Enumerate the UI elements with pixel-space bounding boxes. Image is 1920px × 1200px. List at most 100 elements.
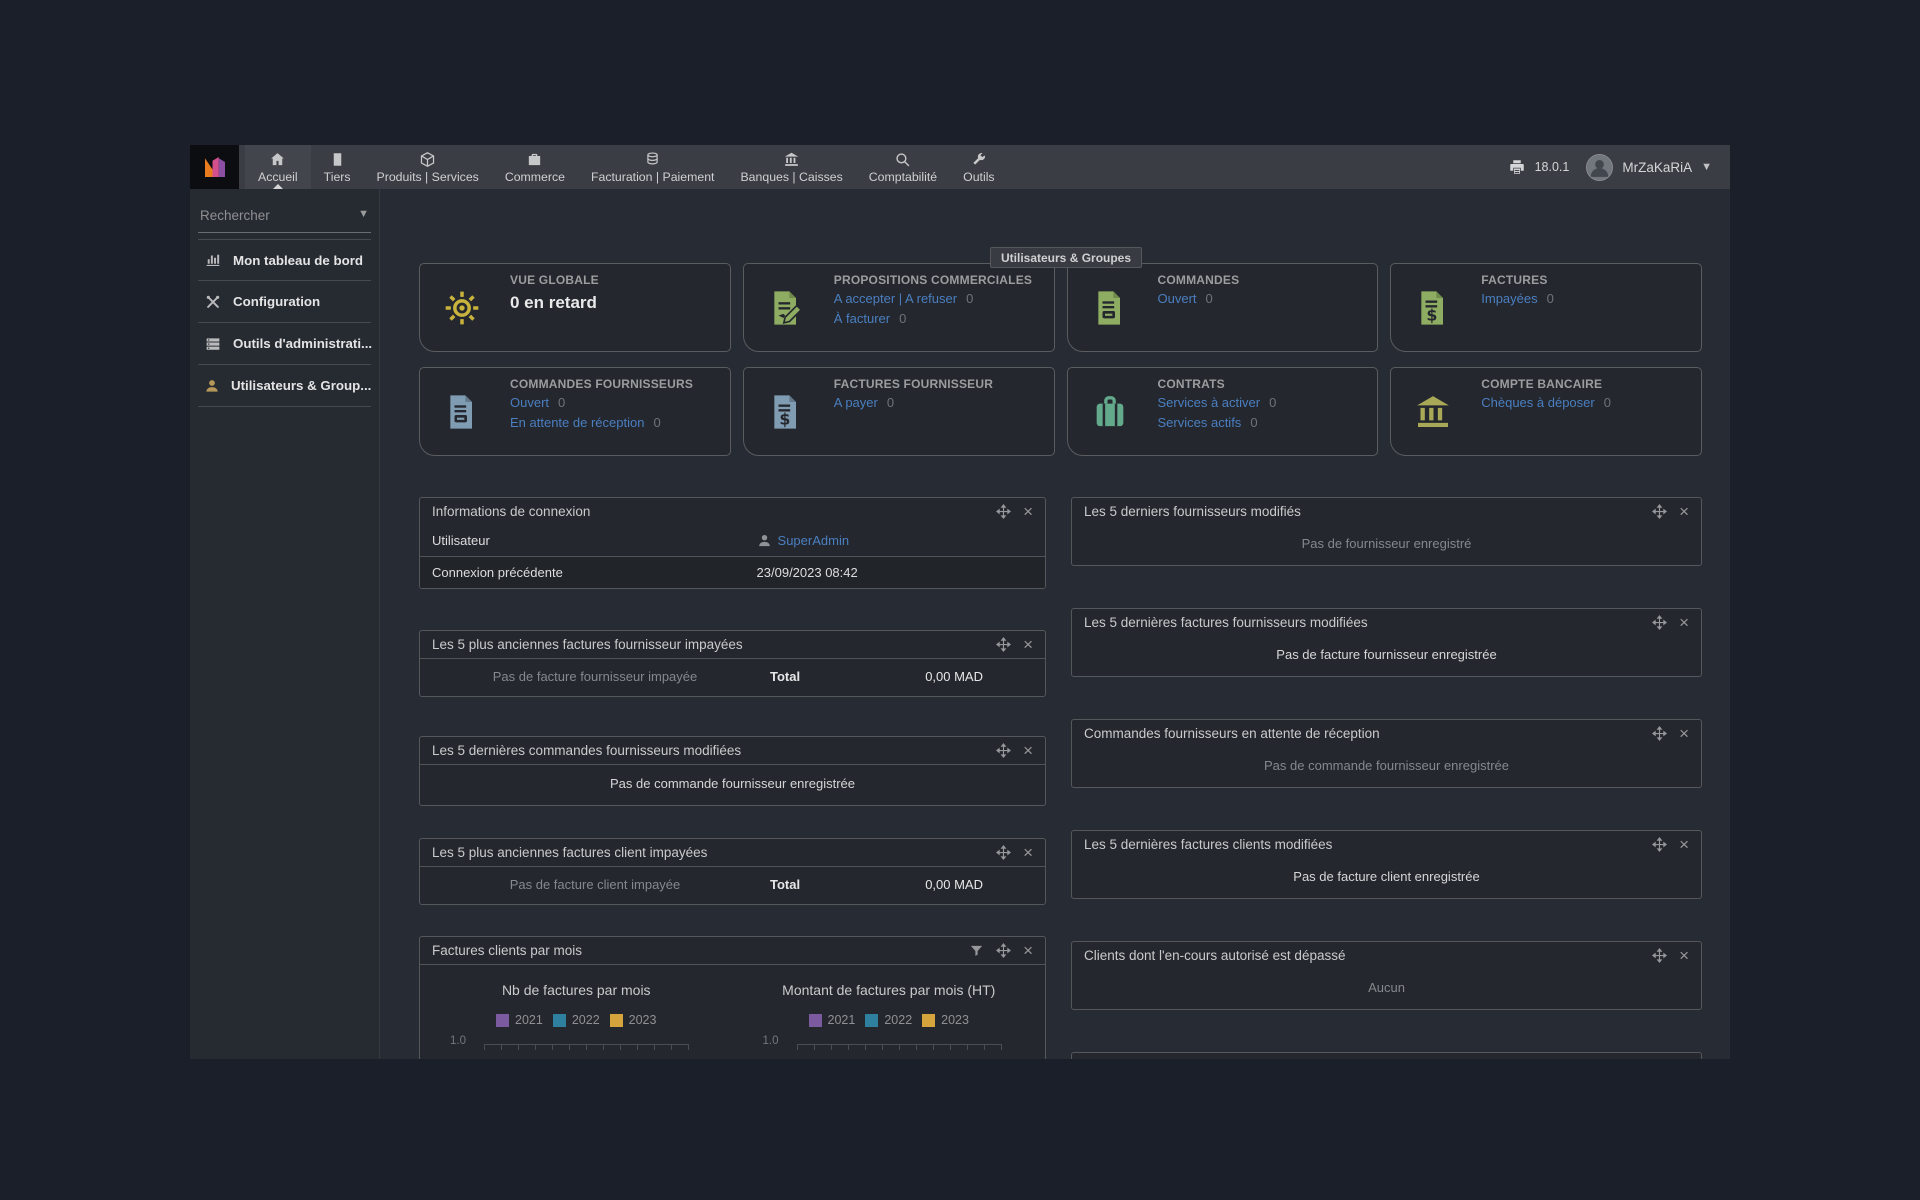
svg-text:$: $ bbox=[779, 410, 790, 429]
search-caret-icon[interactable]: ▼ bbox=[358, 208, 369, 220]
card-factures: $ FACTURES Impayées0 bbox=[1390, 263, 1702, 352]
card-title: VUE GLOBALE bbox=[510, 273, 722, 287]
nav-item-facturation-paiement[interactable]: Facturation | Paiement bbox=[578, 145, 728, 189]
widget-title: Les 5 derniers fournisseurs modifiés bbox=[1084, 504, 1301, 519]
card-link[interactable]: A accepter | A refuser bbox=[834, 291, 957, 306]
avatar[interactable] bbox=[1586, 154, 1613, 181]
widget-commandes-fournisseurs-modifiees: Les 5 dernières commandes fournisseurs m… bbox=[419, 736, 1046, 806]
empty-state-text: Pas de commande fournisseur enregistrée bbox=[1072, 747, 1701, 787]
empty-state-text: Pas de facture fournisseur enregistrée bbox=[1072, 636, 1701, 676]
close-icon[interactable]: × bbox=[1023, 744, 1033, 757]
sidebar-item-outils-administration[interactable]: Outils d'administrati... bbox=[198, 323, 371, 365]
chart-montant-factures: Montant de factures par mois (HT) 2021 2… bbox=[733, 965, 1046, 1059]
nav-item-commerce[interactable]: Commerce bbox=[492, 145, 578, 189]
move-icon[interactable] bbox=[1652, 948, 1667, 963]
card-link[interactable]: Ouvert bbox=[1158, 291, 1197, 306]
home-icon bbox=[269, 151, 286, 168]
close-icon[interactable]: × bbox=[1679, 727, 1689, 740]
user-menu[interactable]: MrZaKaRiA bbox=[1622, 160, 1692, 175]
user-link[interactable]: SuperAdmin bbox=[778, 533, 850, 548]
card-link[interactable]: En attente de réception bbox=[510, 415, 644, 430]
y-tick-label: 1.0 bbox=[763, 1035, 779, 1047]
close-icon[interactable]: × bbox=[1023, 505, 1033, 518]
magnifier-icon bbox=[894, 151, 911, 168]
chart-title: Montant de factures par mois (HT) bbox=[733, 982, 1046, 998]
sidebar-item-configuration[interactable]: Configuration bbox=[198, 281, 371, 323]
card-link[interactable]: Ouvert bbox=[510, 395, 549, 410]
table-row: Connexion précédente 23/09/2023 08:42 bbox=[420, 556, 1045, 588]
widgets-column-left: Informations de connexion × Utilisateur … bbox=[419, 497, 1046, 1059]
move-icon[interactable] bbox=[996, 637, 1011, 652]
card-title: PROPOSITIONS COMMERCIALES bbox=[834, 273, 1046, 287]
nav-item-tiers[interactable]: Tiers bbox=[311, 145, 364, 189]
widget-derniers-produits-services: Les 5 derniers produits/services modifié… bbox=[1071, 1052, 1702, 1059]
search-input[interactable] bbox=[200, 208, 369, 223]
chevron-down-icon[interactable]: ▼ bbox=[1701, 161, 1712, 173]
widget-title: Les 5 dernières factures fournisseurs mo… bbox=[1084, 615, 1368, 630]
widget-dernieres-factures-fournisseurs: Les 5 dernières factures fournisseurs mo… bbox=[1071, 608, 1702, 677]
nav-label: Banques | Caisses bbox=[740, 170, 842, 184]
card-propositions-commerciales: PROPOSITIONS COMMERCIALES A accepter | A… bbox=[743, 263, 1055, 352]
table-row: Pas de facture fournisseur impayée Total… bbox=[420, 659, 1045, 696]
nav-label: Facturation | Paiement bbox=[591, 170, 715, 184]
sun-icon bbox=[442, 288, 482, 328]
card-link[interactable]: Services à activer bbox=[1158, 395, 1261, 410]
wrench-icon bbox=[970, 151, 987, 168]
empty-state-text: Pas de commande fournisseur enregistrée bbox=[420, 765, 1045, 805]
move-icon[interactable] bbox=[1652, 504, 1667, 519]
user-icon bbox=[757, 533, 772, 548]
sidebar-item-utilisateurs-groupes[interactable]: Utilisateurs & Group... bbox=[198, 365, 371, 407]
widget-title: Clients dont l'en-cours autorisé est dép… bbox=[1084, 948, 1345, 963]
sidebar-item-label: Mon tableau de bord bbox=[233, 253, 363, 268]
close-icon[interactable]: × bbox=[1023, 638, 1033, 651]
suitcase-icon bbox=[1090, 392, 1130, 432]
close-icon[interactable]: × bbox=[1023, 846, 1033, 859]
svg-text:$: $ bbox=[1427, 306, 1438, 325]
nav-item-outils[interactable]: Outils bbox=[950, 145, 1007, 189]
sidebar-item-tableau-de-bord[interactable]: Mon tableau de bord bbox=[198, 239, 371, 281]
move-icon[interactable] bbox=[1652, 615, 1667, 630]
nav-item-accueil[interactable]: Accueil bbox=[245, 145, 311, 189]
close-icon[interactable]: × bbox=[1679, 949, 1689, 962]
move-icon[interactable] bbox=[996, 845, 1011, 860]
widget-title: Les 5 dernières factures clients modifié… bbox=[1084, 837, 1332, 852]
move-icon[interactable] bbox=[996, 504, 1011, 519]
move-icon[interactable] bbox=[1652, 726, 1667, 741]
move-icon[interactable] bbox=[1652, 837, 1667, 852]
nav-label: Accueil bbox=[258, 170, 298, 184]
close-icon[interactable]: × bbox=[1679, 505, 1689, 518]
nav-item-comptabilite[interactable]: Comptabilité bbox=[856, 145, 950, 189]
nav-item-produits-services[interactable]: Produits | Services bbox=[364, 145, 492, 189]
card-link[interactable]: Services actifs bbox=[1158, 415, 1242, 430]
widget-title: Factures clients par mois bbox=[432, 943, 582, 958]
dolibarr-logo-icon[interactable] bbox=[190, 145, 239, 189]
empty-state-text: Pas de fournisseur enregistré bbox=[1072, 525, 1701, 565]
card-compte-bancaire: COMPTE BANCAIRE Chèques à déposer0 bbox=[1390, 367, 1702, 456]
card-link[interactable]: A payer bbox=[834, 395, 878, 410]
nav-label: Comptabilité bbox=[869, 170, 937, 184]
widget-dernieres-factures-clients: Les 5 dernières factures clients modifié… bbox=[1071, 830, 1702, 899]
filter-icon[interactable] bbox=[969, 943, 984, 958]
bar-chart-icon bbox=[204, 251, 222, 269]
card-link[interactable]: Impayées bbox=[1481, 291, 1537, 306]
card-vue-globale: VUE GLOBALE 0 en retard bbox=[419, 263, 731, 352]
card-link[interactable]: Chèques à déposer bbox=[1481, 395, 1594, 410]
printer-icon[interactable] bbox=[1508, 158, 1526, 176]
briefcase-icon bbox=[526, 151, 543, 168]
document-pencil-icon bbox=[766, 288, 806, 328]
main-content: VUE GLOBALE 0 en retard PROPOSITIONS COM… bbox=[380, 189, 1730, 1059]
legend-swatch-2021 bbox=[809, 1014, 822, 1027]
legend-swatch-2022 bbox=[865, 1014, 878, 1027]
move-icon[interactable] bbox=[996, 943, 1011, 958]
close-icon[interactable]: × bbox=[1679, 616, 1689, 629]
sidebar-item-label: Outils d'administrati... bbox=[233, 336, 372, 351]
move-icon[interactable] bbox=[996, 743, 1011, 758]
card-link[interactable]: À facturer bbox=[834, 311, 890, 326]
close-icon[interactable]: × bbox=[1023, 944, 1033, 957]
close-icon[interactable]: × bbox=[1679, 838, 1689, 851]
widget-factures-client-impayees: Les 5 plus anciennes factures client imp… bbox=[419, 838, 1046, 905]
nav-item-banques-caisses[interactable]: Banques | Caisses bbox=[727, 145, 855, 189]
chart-legend: 2021 2022 2023 bbox=[420, 1013, 733, 1027]
widget-informations-connexion: Informations de connexion × Utilisateur … bbox=[419, 497, 1046, 589]
nav-label: Outils bbox=[963, 170, 994, 184]
